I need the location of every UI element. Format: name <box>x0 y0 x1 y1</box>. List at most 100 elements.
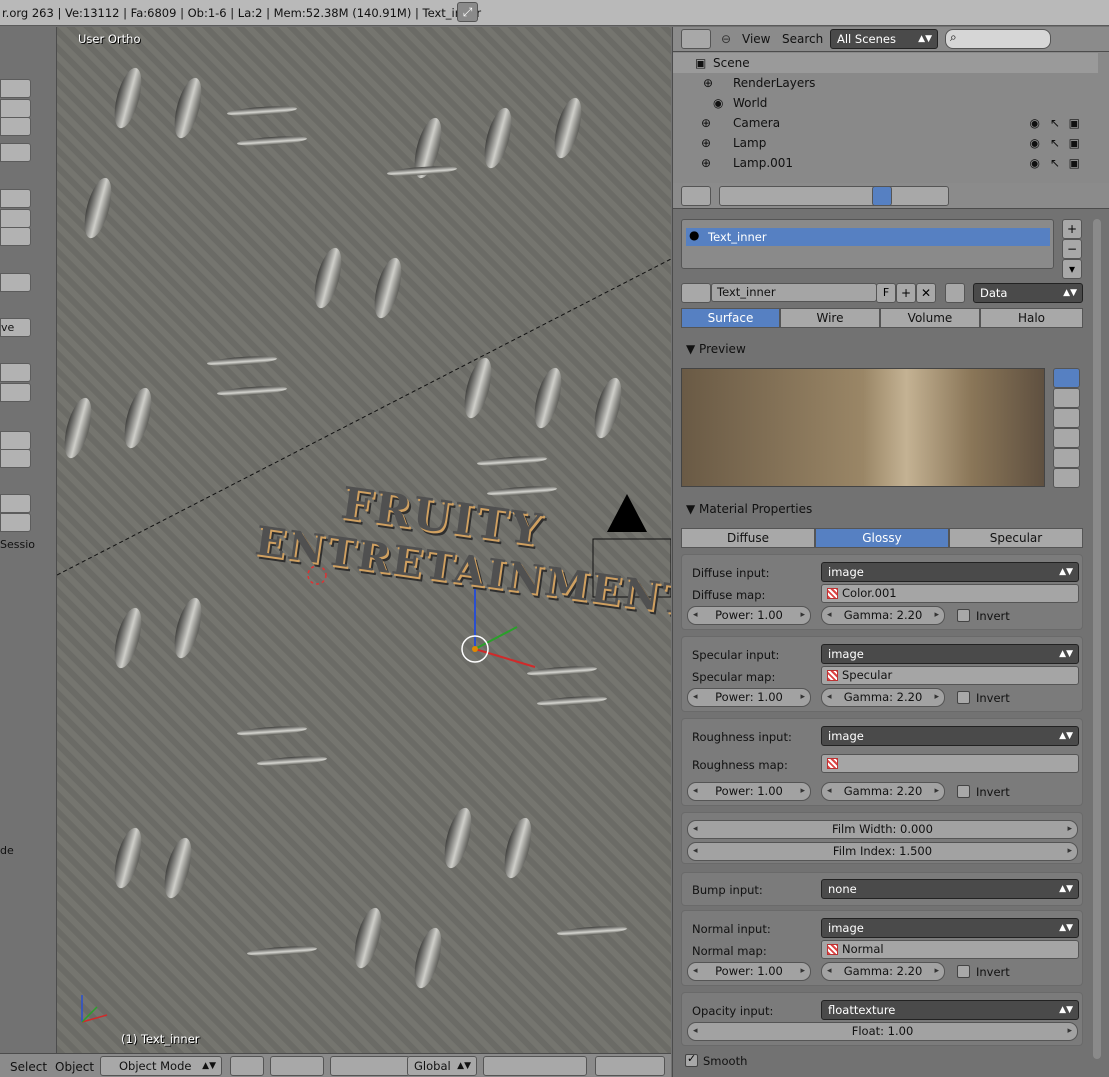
normal-input-dropdown[interactable]: image ▲▼ <box>821 918 1079 938</box>
diffuse-map-field[interactable]: Color.001 <box>821 584 1079 603</box>
tab-halo[interactable]: Halo <box>980 308 1083 328</box>
orientation-dropdown[interactable]: Global ▲▼ <box>407 1056 477 1076</box>
tool-button[interactable] <box>0 189 31 208</box>
new-material-icon[interactable]: + <box>896 283 916 303</box>
fullscreen-toggle-icon[interactable]: ⤢ <box>457 2 478 22</box>
tool-button[interactable] <box>0 79 31 98</box>
browse-material-icon[interactable] <box>681 283 711 303</box>
diffuse-gamma-field[interactable]: Gamma: 2.20 <box>821 606 945 625</box>
film-index-field[interactable]: Film Index: 1.500 <box>687 842 1078 861</box>
remove-slot-icon[interactable]: − <box>1062 239 1082 259</box>
preview-flat-icon[interactable] <box>1053 368 1080 388</box>
tree-row-scene[interactable]: ▣ Scene <box>673 53 1098 73</box>
camera-render-icon[interactable]: ▣ <box>1069 133 1080 153</box>
preview-panel-header[interactable]: ▼ Preview <box>686 342 746 356</box>
menu-object[interactable]: Object <box>55 1060 94 1074</box>
menu-view[interactable]: View <box>742 32 770 46</box>
roughness-gamma-field[interactable]: Gamma: 2.20 <box>821 782 945 801</box>
expand-icon[interactable]: ⊕ <box>701 133 711 153</box>
roughness-power-field[interactable]: Power: 1.00 <box>687 782 811 801</box>
context-tabs[interactable] <box>719 186 949 206</box>
opacity-float-field[interactable]: Float: 1.00 <box>687 1022 1078 1041</box>
specular-invert-checkbox[interactable] <box>957 691 970 704</box>
material-tab-icon[interactable] <box>872 186 892 206</box>
tool-button[interactable] <box>0 363 31 382</box>
cursor-icon[interactable]: ↖ <box>1050 153 1060 173</box>
tool-button[interactable] <box>0 449 31 468</box>
material-name-field[interactable]: Text_inner <box>711 283 877 302</box>
tool-button[interactable] <box>0 494 31 513</box>
specular-input-dropdown[interactable]: image ▲▼ <box>821 644 1079 664</box>
tree-row-world[interactable]: ◉ World <box>673 93 1098 113</box>
preview-sphere-icon[interactable] <box>1053 388 1080 408</box>
editor-type-icon[interactable] <box>681 29 711 49</box>
layers-grid[interactable] <box>483 1056 587 1076</box>
menu-search[interactable]: Search <box>782 32 823 46</box>
camera-render-icon[interactable]: ▣ <box>1069 153 1080 173</box>
normal-invert-checkbox[interactable] <box>957 965 970 978</box>
add-slot-icon[interactable]: + <box>1062 219 1082 239</box>
film-width-field[interactable]: Film Width: 0.000 <box>687 820 1078 839</box>
eye-icon[interactable]: ◉ <box>1030 153 1040 173</box>
tool-button[interactable] <box>0 117 31 136</box>
tab-wire[interactable]: Wire <box>780 308 880 328</box>
normal-power-field[interactable]: Power: 1.00 <box>687 962 811 981</box>
snap-icons[interactable] <box>595 1056 665 1076</box>
display-mode-dropdown[interactable]: All Scenes ▲▼ <box>830 29 938 49</box>
cursor-icon[interactable]: ↖ <box>1050 133 1060 153</box>
tab-volume[interactable]: Volume <box>880 308 980 328</box>
diffuse-input-dropdown[interactable]: image ▲▼ <box>821 562 1079 582</box>
specular-gamma-field[interactable]: Gamma: 2.20 <box>821 688 945 707</box>
smooth-checkbox[interactable] <box>685 1052 698 1067</box>
fake-user-button[interactable]: F <box>876 283 896 303</box>
remove-doubles-button[interactable]: ve <box>0 318 31 337</box>
preview-hair-icon[interactable] <box>1053 448 1080 468</box>
tool-button[interactable] <box>0 273 31 292</box>
viewport-shading-icon[interactable] <box>230 1056 264 1076</box>
tool-button[interactable] <box>0 143 31 162</box>
3d-viewport[interactable]: FRUITY ENTRETAINMENT User Ortho (1) Text… <box>57 27 671 1053</box>
diffuse-power-field[interactable]: Power: 1.00 <box>687 606 811 625</box>
material-properties-header[interactable]: ▼ Material Properties <box>686 502 812 516</box>
tool-button[interactable] <box>0 209 31 228</box>
opacity-input-dropdown[interactable]: floattexture ▲▼ <box>821 1000 1079 1020</box>
tool-button[interactable] <box>0 431 31 450</box>
tool-button[interactable] <box>0 99 31 118</box>
manipulator-icon[interactable] <box>330 1056 410 1076</box>
preview-monkey-icon[interactable] <box>1053 428 1080 448</box>
link-icon[interactable] <box>945 283 965 303</box>
tab-specular[interactable]: Specular <box>949 528 1083 548</box>
properties-scrollbar[interactable] <box>1093 219 1101 1059</box>
tree-row-camera[interactable]: ⊕ Camera ◉ ↖ ▣ <box>673 113 1098 133</box>
tree-row-lamp[interactable]: ⊕ Lamp ◉ ↖ ▣ <box>673 133 1098 153</box>
roughness-invert-checkbox[interactable] <box>957 785 970 798</box>
editor-type-icon[interactable] <box>681 186 711 206</box>
preview-cube-icon[interactable] <box>1053 408 1080 428</box>
material-slot-row[interactable]: ● Text_inner <box>686 228 1050 246</box>
tab-surface[interactable]: Surface <box>681 308 780 328</box>
tab-glossy[interactable]: Glossy <box>815 528 949 548</box>
cursor-icon[interactable]: ↖ <box>1050 113 1060 133</box>
roughness-map-field[interactable] <box>821 754 1079 773</box>
tree-row-lamp-001[interactable]: ⊕ Lamp.001 ◉ ↖ ▣ <box>673 153 1098 173</box>
unlink-icon[interactable]: ✕ <box>916 283 936 303</box>
expand-icon[interactable]: ⊕ <box>701 113 711 133</box>
slot-menu-icon[interactable]: ▾ <box>1062 259 1082 279</box>
material-slot-list[interactable]: ● Text_inner <box>681 219 1054 269</box>
specular-power-field[interactable]: Power: 1.00 <box>687 688 811 707</box>
eye-icon[interactable]: ◉ <box>1030 113 1040 133</box>
bump-input-dropdown[interactable]: none ▲▼ <box>821 879 1079 899</box>
pivot-point-icon[interactable] <box>270 1056 324 1076</box>
diffuse-invert-checkbox[interactable] <box>957 609 970 622</box>
eye-icon[interactable]: ◉ <box>1030 133 1040 153</box>
mode-dropdown[interactable]: Object Mode ▲▼ <box>100 1056 222 1076</box>
tab-diffuse[interactable]: Diffuse <box>681 528 815 548</box>
normal-map-field[interactable]: Normal <box>821 940 1079 959</box>
tree-row-renderlayers[interactable]: ⊕ RenderLayers <box>673 73 1098 93</box>
tool-button[interactable] <box>0 227 31 246</box>
link-dropdown[interactable]: Data ▲▼ <box>973 283 1083 303</box>
expand-icon[interactable]: ⊕ <box>701 153 711 173</box>
roughness-input-dropdown[interactable]: image ▲▼ <box>821 726 1079 746</box>
camera-render-icon[interactable]: ▣ <box>1069 113 1080 133</box>
search-input[interactable] <box>945 29 1051 49</box>
